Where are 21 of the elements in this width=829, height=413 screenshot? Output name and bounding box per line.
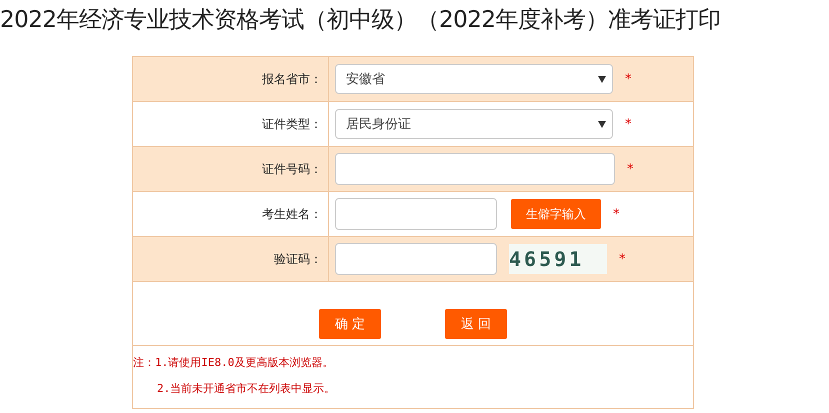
dropdown[interactable]: 居民身份证	[335, 109, 613, 139]
required-mark: *	[613, 206, 620, 222]
required-mark: *	[619, 252, 626, 266]
input-field[interactable]	[335, 153, 615, 185]
note-text: 2.当前未开通省市不在列表中显示。	[156, 381, 336, 397]
field-label: 验证码：	[274, 250, 322, 268]
field-label: 证件类型：	[262, 116, 322, 132]
captcha-image[interactable]: 46591	[509, 244, 607, 274]
required-mark: *	[627, 162, 634, 176]
dropdown-arrow-icon	[598, 76, 606, 82]
dropdown[interactable]: 安徽省	[335, 64, 613, 94]
required-mark: *	[625, 72, 632, 86]
field-label: 证件号码：	[262, 160, 322, 178]
note-text: 注：1.请使用IE8.0及更高版本浏览器。	[133, 355, 334, 371]
page-title: 2022年经济专业技术资格考试（初中级）（2022年度补考）准考证打印	[0, 6, 722, 35]
field-label: 报名省市：	[262, 70, 322, 88]
required-mark: *	[625, 116, 632, 132]
field-label: 考生姓名：	[262, 206, 322, 222]
dropdown-arrow-icon	[598, 120, 606, 128]
input-field[interactable]	[335, 243, 497, 275]
input-field[interactable]	[335, 198, 497, 230]
